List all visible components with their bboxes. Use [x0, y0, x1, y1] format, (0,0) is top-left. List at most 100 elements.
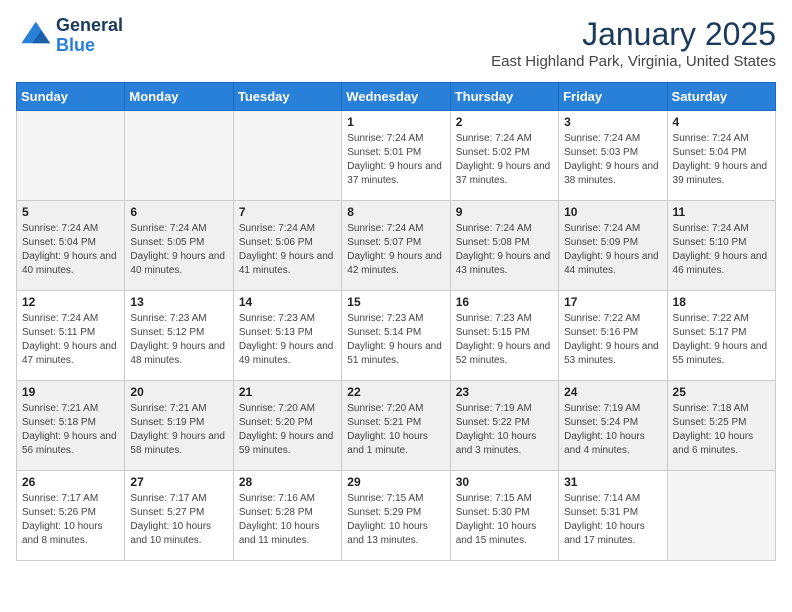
- day-number: 20: [130, 385, 227, 399]
- calendar-cell: 28 Sunrise: 7:16 AM Sunset: 5:28 PM Dayli…: [233, 471, 341, 561]
- calendar-header-row: SundayMondayTuesdayWednesdayThursdayFrid…: [17, 83, 776, 111]
- calendar-cell: [125, 111, 233, 201]
- calendar-cell: 16 Sunrise: 7:23 AM Sunset: 5:15 PM Dayli…: [450, 291, 558, 381]
- day-info: Sunrise: 7:24 AM Sunset: 5:05 PM Dayligh…: [130, 222, 227, 278]
- day-number: 8: [347, 205, 444, 219]
- calendar-cell: 27 Sunrise: 7:17 AM Sunset: 5:27 PM Dayli…: [125, 471, 233, 561]
- day-info: Sunrise: 7:24 AM Sunset: 5:01 PM Dayligh…: [347, 132, 444, 188]
- calendar-cell: [667, 471, 775, 561]
- col-header-tuesday: Tuesday: [233, 83, 341, 111]
- day-number: 19: [22, 385, 119, 399]
- day-info: Sunrise: 7:24 AM Sunset: 5:03 PM Dayligh…: [564, 132, 661, 188]
- day-info: Sunrise: 7:24 AM Sunset: 5:08 PM Dayligh…: [456, 222, 553, 278]
- day-info: Sunrise: 7:17 AM Sunset: 5:27 PM Dayligh…: [130, 492, 227, 548]
- week-row-2: 5Sunrise: 7:24 AM Sunset: 5:04 PM Daylig…: [17, 201, 776, 291]
- day-info: Sunrise: 7:24 AM Sunset: 5:09 PM Dayligh…: [564, 222, 661, 278]
- day-number: 1: [347, 115, 444, 129]
- logo-blue: Blue: [56, 36, 123, 56]
- col-header-thursday: Thursday: [450, 83, 558, 111]
- calendar-cell: 20 Sunrise: 7:21 AM Sunset: 5:19 PM Dayli…: [125, 381, 233, 471]
- day-info: Sunrise: 7:22 AM Sunset: 5:17 PM Dayligh…: [673, 312, 770, 368]
- calendar-cell: 10 Sunrise: 7:24 AM Sunset: 5:09 PM Dayli…: [559, 201, 667, 291]
- calendar-cell: [233, 111, 341, 201]
- col-header-saturday: Saturday: [667, 83, 775, 111]
- logo: General Blue: [16, 16, 123, 56]
- calendar-cell: 8 Sunrise: 7:24 AM Sunset: 5:07 PM Daylig…: [342, 201, 450, 291]
- calendar-cell: 22 Sunrise: 7:20 AM Sunset: 5:21 PM Dayli…: [342, 381, 450, 471]
- week-row-3: 12 Sunrise: 7:24 AM Sunset: 5:11 PM Dayli…: [17, 291, 776, 381]
- col-header-monday: Monday: [125, 83, 233, 111]
- calendar-cell: 31 Sunrise: 7:14 AM Sunset: 5:31 PM Dayli…: [559, 471, 667, 561]
- day-number: 27: [130, 475, 227, 489]
- calendar-cell: 4Sunrise: 7:24 AM Sunset: 5:04 PM Daylig…: [667, 111, 775, 201]
- calendar-cell: 1 Sunrise: 7:24 AM Sunset: 5:01 PM Daylig…: [342, 111, 450, 201]
- day-number: 6: [130, 205, 227, 219]
- calendar-table: SundayMondayTuesdayWednesdayThursdayFrid…: [16, 82, 776, 561]
- title-area: January 2025 East Highland Park, Virgini…: [491, 16, 776, 70]
- calendar-cell: 2Sunrise: 7:24 AM Sunset: 5:02 PM Daylig…: [450, 111, 558, 201]
- day-number: 28: [239, 475, 336, 489]
- day-number: 13: [130, 295, 227, 309]
- day-info: Sunrise: 7:24 AM Sunset: 5:11 PM Dayligh…: [22, 312, 119, 368]
- calendar-cell: 21Sunrise: 7:20 AM Sunset: 5:20 PM Dayli…: [233, 381, 341, 471]
- day-number: 3: [564, 115, 661, 129]
- day-info: Sunrise: 7:15 AM Sunset: 5:29 PM Dayligh…: [347, 492, 444, 548]
- day-number: 17: [564, 295, 661, 309]
- calendar-cell: 18 Sunrise: 7:22 AM Sunset: 5:17 PM Dayli…: [667, 291, 775, 381]
- week-row-1: 1 Sunrise: 7:24 AM Sunset: 5:01 PM Daylig…: [17, 111, 776, 201]
- day-info: Sunrise: 7:20 AM Sunset: 5:21 PM Dayligh…: [347, 402, 444, 458]
- col-header-wednesday: Wednesday: [342, 83, 450, 111]
- day-info: Sunrise: 7:14 AM Sunset: 5:31 PM Dayligh…: [564, 492, 661, 548]
- day-number: 23: [456, 385, 553, 399]
- day-number: 12: [22, 295, 119, 309]
- day-info: Sunrise: 7:21 AM Sunset: 5:19 PM Dayligh…: [130, 402, 227, 458]
- day-info: Sunrise: 7:19 AM Sunset: 5:24 PM Dayligh…: [564, 402, 661, 458]
- header: General Blue January 2025 East Highland …: [16, 16, 776, 70]
- day-number: 25: [673, 385, 770, 399]
- calendar-cell: 24 Sunrise: 7:19 AM Sunset: 5:24 PM Dayli…: [559, 381, 667, 471]
- day-info: Sunrise: 7:24 AM Sunset: 5:04 PM Dayligh…: [22, 222, 119, 278]
- week-row-4: 19 Sunrise: 7:21 AM Sunset: 5:18 PM Dayli…: [17, 381, 776, 471]
- day-info: Sunrise: 7:24 AM Sunset: 5:07 PM Dayligh…: [347, 222, 444, 278]
- calendar-cell: 17Sunrise: 7:22 AM Sunset: 5:16 PM Dayli…: [559, 291, 667, 381]
- logo-icon: [16, 18, 52, 54]
- day-info: Sunrise: 7:21 AM Sunset: 5:18 PM Dayligh…: [22, 402, 119, 458]
- calendar-cell: 3 Sunrise: 7:24 AM Sunset: 5:03 PM Daylig…: [559, 111, 667, 201]
- day-number: 11: [673, 205, 770, 219]
- day-number: 16: [456, 295, 553, 309]
- day-info: Sunrise: 7:20 AM Sunset: 5:20 PM Dayligh…: [239, 402, 336, 458]
- calendar-cell: 5Sunrise: 7:24 AM Sunset: 5:04 PM Daylig…: [17, 201, 125, 291]
- day-info: Sunrise: 7:23 AM Sunset: 5:14 PM Dayligh…: [347, 312, 444, 368]
- day-info: Sunrise: 7:24 AM Sunset: 5:06 PM Dayligh…: [239, 222, 336, 278]
- calendar-cell: 25Sunrise: 7:18 AM Sunset: 5:25 PM Dayli…: [667, 381, 775, 471]
- day-number: 26: [22, 475, 119, 489]
- calendar-cell: 15 Sunrise: 7:23 AM Sunset: 5:14 PM Dayli…: [342, 291, 450, 381]
- day-info: Sunrise: 7:23 AM Sunset: 5:13 PM Dayligh…: [239, 312, 336, 368]
- calendar-cell: 29 Sunrise: 7:15 AM Sunset: 5:29 PM Dayli…: [342, 471, 450, 561]
- day-info: Sunrise: 7:19 AM Sunset: 5:22 PM Dayligh…: [456, 402, 553, 458]
- col-header-friday: Friday: [559, 83, 667, 111]
- day-number: 30: [456, 475, 553, 489]
- day-info: Sunrise: 7:16 AM Sunset: 5:28 PM Dayligh…: [239, 492, 336, 548]
- calendar-cell: 23 Sunrise: 7:19 AM Sunset: 5:22 PM Dayli…: [450, 381, 558, 471]
- calendar-cell: 13Sunrise: 7:23 AM Sunset: 5:12 PM Dayli…: [125, 291, 233, 381]
- calendar-cell: 26 Sunrise: 7:17 AM Sunset: 5:26 PM Dayli…: [17, 471, 125, 561]
- day-info: Sunrise: 7:24 AM Sunset: 5:10 PM Dayligh…: [673, 222, 770, 278]
- day-number: 10: [564, 205, 661, 219]
- day-number: 31: [564, 475, 661, 489]
- month-title: January 2025: [491, 16, 776, 53]
- day-number: 14: [239, 295, 336, 309]
- day-number: 15: [347, 295, 444, 309]
- calendar-cell: 12 Sunrise: 7:24 AM Sunset: 5:11 PM Dayli…: [17, 291, 125, 381]
- day-info: Sunrise: 7:23 AM Sunset: 5:15 PM Dayligh…: [456, 312, 553, 368]
- day-number: 29: [347, 475, 444, 489]
- calendar-cell: [17, 111, 125, 201]
- day-number: 24: [564, 385, 661, 399]
- calendar-cell: 19 Sunrise: 7:21 AM Sunset: 5:18 PM Dayli…: [17, 381, 125, 471]
- day-number: 18: [673, 295, 770, 309]
- day-number: 22: [347, 385, 444, 399]
- calendar-cell: 30Sunrise: 7:15 AM Sunset: 5:30 PM Dayli…: [450, 471, 558, 561]
- day-number: 2: [456, 115, 553, 129]
- day-number: 4: [673, 115, 770, 129]
- day-info: Sunrise: 7:17 AM Sunset: 5:26 PM Dayligh…: [22, 492, 119, 548]
